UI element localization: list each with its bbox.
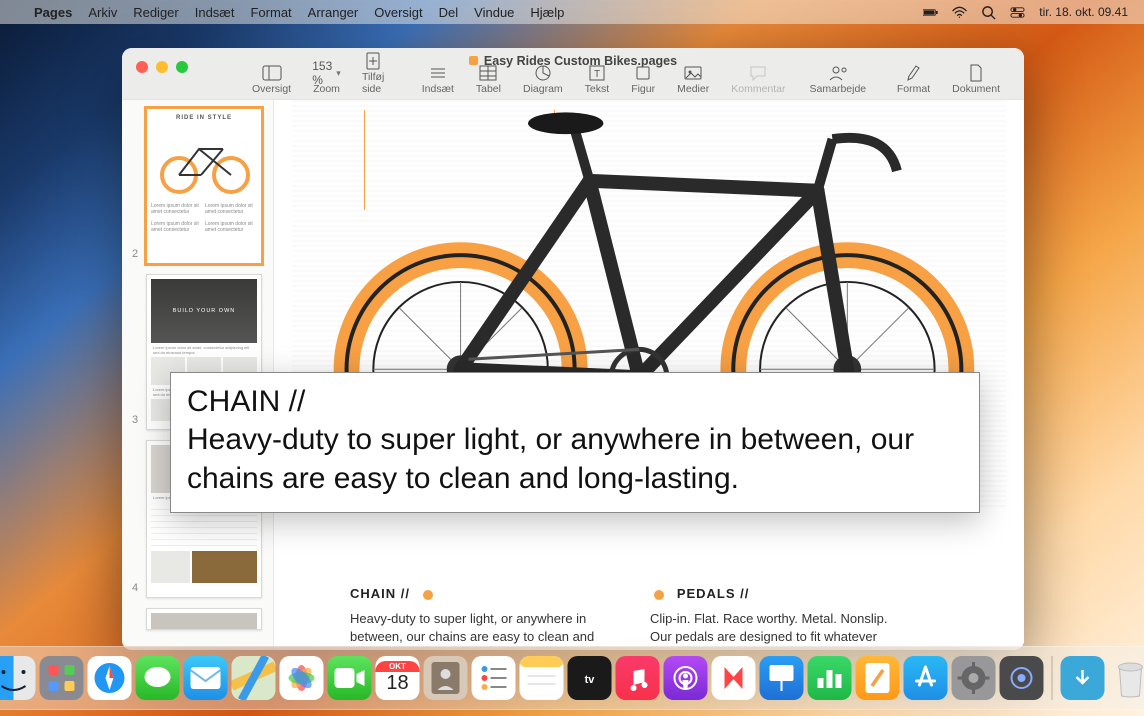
menu-arranger[interactable]: Arranger	[308, 5, 359, 20]
wifi-icon[interactable]	[952, 5, 967, 20]
format-icon	[904, 64, 924, 82]
thumb-page-5[interactable]	[132, 608, 263, 630]
pedals-heading: PEDALS //	[677, 586, 750, 601]
dock-mail[interactable]	[184, 656, 228, 700]
thumb-page-2[interactable]: RIDE IN STYLE Lorem ipsum dolor sit amet…	[132, 108, 263, 264]
dock-contacts[interactable]	[424, 656, 468, 700]
toolbar-insert[interactable]: Indsæt	[412, 64, 464, 97]
pages-window: Easy Rides Custom Bikes.pages Oversigt 1…	[122, 48, 1024, 650]
toolbar: Oversigt 153 % Zoom Tilføj side Indsæt T…	[242, 63, 1010, 97]
dock-separator	[1052, 656, 1053, 700]
dock-tv[interactable]: tv	[568, 656, 612, 700]
document-icon	[966, 64, 986, 82]
dock-reminders[interactable]	[472, 656, 516, 700]
toolbar-shape[interactable]: Figur	[621, 64, 665, 97]
dock-messages[interactable]	[136, 656, 180, 700]
menu-rediger[interactable]: Rediger	[133, 5, 179, 20]
dock-numbers[interactable]	[808, 656, 852, 700]
toolbar-table[interactable]: Tabel	[466, 64, 511, 97]
dot-icon	[423, 590, 433, 600]
chain-heading: CHAIN //	[350, 586, 410, 601]
pedals-column[interactable]: PEDALS // Clip-in. Flat. Race worthy. Me…	[650, 585, 910, 650]
dock-photos[interactable]	[280, 656, 324, 700]
toolbar-add-page[interactable]: Tilføj side	[352, 52, 394, 97]
dot-icon	[654, 590, 664, 600]
dock-podcasts[interactable]	[664, 656, 708, 700]
text-icon: T	[587, 64, 607, 82]
dock-pages-app[interactable]	[856, 656, 900, 700]
dock-trash[interactable]	[1109, 656, 1144, 700]
dock-notes[interactable]	[520, 656, 564, 700]
toolbar-media[interactable]: Medier	[667, 64, 719, 97]
menu-format[interactable]: Format	[250, 5, 291, 20]
dock-calendar[interactable]: OKT 18	[376, 656, 420, 700]
accessibility-hover-text: CHAIN // Heavy-duty to super light, or a…	[170, 372, 980, 513]
dock-maps[interactable]	[232, 656, 276, 700]
text-columns: CHAIN // Heavy-duty to super light, or a…	[350, 585, 994, 650]
hover-body: Heavy-duty to super light, or anywhere i…	[187, 421, 963, 498]
battery-icon[interactable]	[923, 5, 938, 20]
svg-text:T: T	[594, 69, 600, 80]
chain-column[interactable]: CHAIN // Heavy-duty to super light, or a…	[350, 585, 610, 650]
svg-text:tv: tv	[585, 674, 596, 686]
comment-icon	[748, 64, 768, 82]
shape-icon	[633, 64, 653, 82]
chart-icon	[533, 64, 553, 82]
thumb4-num: 4	[132, 582, 138, 594]
dock-finder[interactable]	[0, 656, 36, 700]
menu-oversigt[interactable]: Oversigt	[374, 5, 422, 20]
dock-settings[interactable]	[952, 656, 996, 700]
toolbar-collaborate[interactable]: Samarbejde	[800, 64, 877, 97]
titlebar: Easy Rides Custom Bikes.pages Oversigt 1…	[122, 48, 1024, 100]
toolbar-text[interactable]: T Tekst	[575, 64, 620, 97]
toolbar-zoom[interactable]: 153 % Zoom	[303, 64, 350, 97]
table-icon	[478, 64, 498, 82]
insert-icon	[428, 64, 448, 82]
thumb3-title: BUILD YOUR OWN	[151, 279, 257, 343]
toolbar-document[interactable]: Dokument	[942, 64, 1010, 97]
media-icon	[683, 64, 703, 82]
toolbar-comment[interactable]: Kommentar	[721, 64, 795, 97]
toolbar-oversigt[interactable]: Oversigt	[242, 64, 301, 97]
callout-dot-wheel	[357, 323, 367, 333]
hover-title: CHAIN //	[187, 383, 963, 421]
dock-launchpad[interactable]	[40, 656, 84, 700]
toolbar-format[interactable]: Format	[887, 64, 940, 97]
dock-news[interactable]	[712, 656, 756, 700]
add-page-icon	[363, 52, 383, 70]
chain-body: Heavy-duty to super light, or anywhere i…	[350, 610, 610, 650]
thumb3-num: 3	[132, 414, 138, 426]
dock-safari[interactable]	[88, 656, 132, 700]
dock-extra[interactable]	[1000, 656, 1044, 700]
thumb2-title: RIDE IN STYLE	[151, 115, 257, 121]
menu-del[interactable]: Del	[439, 5, 459, 20]
sidebar-icon	[262, 64, 282, 82]
thumb2-num: 2	[132, 248, 138, 260]
dock-keynote[interactable]	[760, 656, 804, 700]
menubar-clock[interactable]: tir. 18. okt. 09.41	[1039, 5, 1128, 19]
menu-arkiv[interactable]: Arkiv	[88, 5, 117, 20]
control-center-icon[interactable]	[1010, 5, 1025, 20]
dock-downloads[interactable]	[1061, 656, 1105, 700]
menubar: Pages Arkiv Rediger Indsæt Format Arrang…	[0, 0, 1144, 24]
zoom-value: 153 %	[317, 64, 337, 82]
toolbar-chart[interactable]: Diagram	[513, 64, 573, 97]
menu-hjaelp[interactable]: Hjælp	[530, 5, 564, 20]
menu-indsaet[interactable]: Indsæt	[195, 5, 235, 20]
menu-app-name[interactable]: Pages	[34, 5, 72, 20]
menu-vindue[interactable]: Vindue	[474, 5, 514, 20]
dock-music[interactable]	[616, 656, 660, 700]
dock: OKT 18 tv	[0, 646, 1144, 710]
dock-facetime[interactable]	[328, 656, 372, 700]
dock-appstore[interactable]	[904, 656, 948, 700]
thumb2-bike	[151, 125, 257, 195]
collaborate-icon	[828, 64, 848, 82]
pedals-body: Clip-in. Flat. Race worthy. Metal. Nonsl…	[650, 610, 910, 650]
spotlight-icon[interactable]	[981, 5, 996, 20]
